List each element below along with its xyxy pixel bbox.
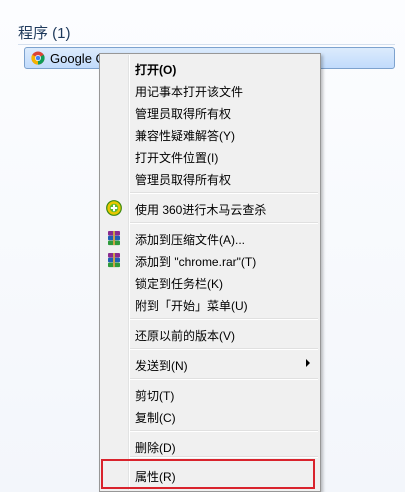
submenu-arrow-icon <box>306 359 310 367</box>
menu-item-troubleshoot-compatibility[interactable]: 兼容性疑难解答(Y) <box>102 123 318 145</box>
menu-item-copy[interactable]: 复制(C) <box>102 405 318 427</box>
menu-item-label: 还原以前的版本(V) <box>135 329 235 343</box>
menu-item-label: 删除(D) <box>135 441 176 455</box>
menu-item-take-ownership[interactable]: 管理员取得所有权 <box>102 101 318 123</box>
menu-item-label: 管理员取得所有权 <box>135 107 232 121</box>
context-menu: 打开(O) 用记事本打开该文件 管理员取得所有权 兼容性疑难解答(Y) 打开文件… <box>99 53 321 492</box>
menu-item-label: 使用 360进行木马云查杀 <box>135 203 267 217</box>
menu-item-label: 复制(C) <box>135 411 176 425</box>
menu-item-send-to[interactable]: 发送到(N) <box>102 353 318 375</box>
menu-separator <box>130 192 318 194</box>
menu-item-pin-to-start-menu[interactable]: 附到「开始」菜单(U) <box>102 293 318 315</box>
menu-separator <box>130 222 318 224</box>
chrome-icon <box>31 51 45 65</box>
menu-item-label: 管理员取得所有权 <box>135 173 232 187</box>
menu-item-add-to-archive[interactable]: 添加到压缩文件(A)... <box>102 227 318 249</box>
menu-separator <box>130 348 318 350</box>
menu-item-label: 发送到(N) <box>135 359 188 373</box>
menu-separator <box>130 318 318 320</box>
menu-item-add-to-chrome-rar[interactable]: 添加到 "chrome.rar"(T) <box>102 249 318 271</box>
menu-item-restore-previous-versions[interactable]: 还原以前的版本(V) <box>102 323 318 345</box>
menu-item-open[interactable]: 打开(O) <box>102 57 318 79</box>
menu-separator <box>130 456 318 458</box>
menu-item-360-scan[interactable]: 使用 360进行木马云查杀 <box>102 197 318 219</box>
menu-item-label: 锁定到任务栏(K) <box>135 277 223 291</box>
menu-item-pin-to-taskbar[interactable]: 锁定到任务栏(K) <box>102 271 318 293</box>
menu-item-label: 附到「开始」菜单(U) <box>135 299 248 313</box>
annotation-highlight-box <box>101 459 315 489</box>
menu-item-label: 用记事本打开该文件 <box>135 85 244 99</box>
menu-item-label: 兼容性疑难解答(Y) <box>135 129 235 143</box>
menu-separator <box>130 430 318 432</box>
menu-item-cut[interactable]: 剪切(T) <box>102 383 318 405</box>
menu-item-label: 剪切(T) <box>135 389 175 403</box>
360-icon <box>106 200 122 216</box>
winrar-icon <box>108 253 120 268</box>
menu-separator <box>130 378 318 380</box>
section-header-programs: 程序 (1) <box>18 25 71 42</box>
menu-item-label: 打开文件位置(I) <box>135 151 219 165</box>
menu-item-label: 打开(O) <box>135 63 177 77</box>
menu-item-open-file-location[interactable]: 打开文件位置(I) <box>102 145 318 167</box>
winrar-icon <box>108 231 120 246</box>
section-divider <box>18 44 395 45</box>
menu-item-open-with-notepad[interactable]: 用记事本打开该文件 <box>102 79 318 101</box>
menu-item-take-ownership-2[interactable]: 管理员取得所有权 <box>102 167 318 189</box>
menu-item-label: 添加到压缩文件(A)... <box>135 233 245 247</box>
menu-item-delete[interactable]: 删除(D) <box>102 435 318 457</box>
menu-item-label: 添加到 "chrome.rar"(T) <box>135 255 257 269</box>
